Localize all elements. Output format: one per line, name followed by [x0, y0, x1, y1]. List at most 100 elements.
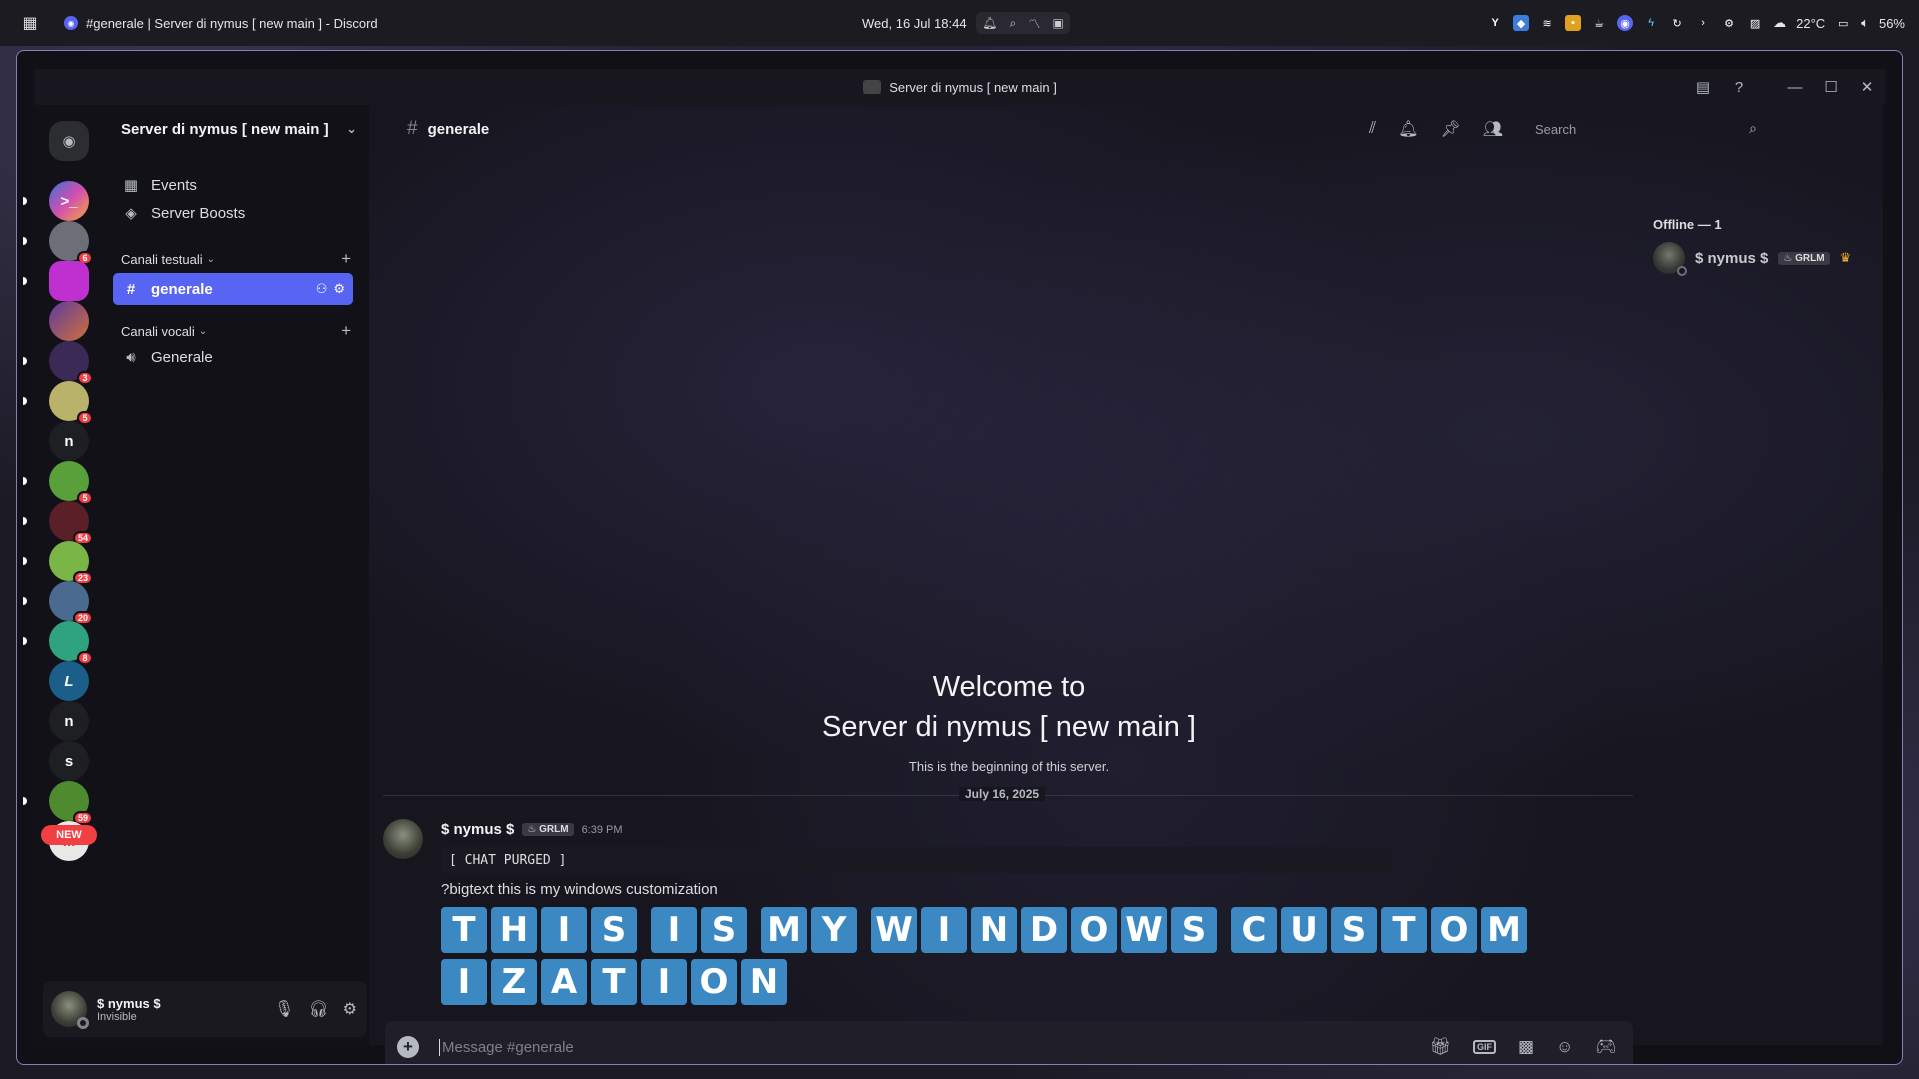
- bell-icon[interactable]: 🔔︎: [1398, 119, 1418, 139]
- bigtext-emoji-block: THISISMYWINDOWSCUSTOMIZATION: [441, 907, 1541, 1011]
- sticker-icon[interactable]: ▩: [1518, 1037, 1534, 1057]
- message-composer[interactable]: + Message #generale 🎁︎ GIF ▩ ☺ 🎮︎: [385, 1021, 1633, 1064]
- server-boosts-item[interactable]: ◈ Server Boosts: [113, 197, 353, 229]
- direct-messages-button[interactable]: ◉: [49, 121, 89, 161]
- lightning-icon[interactable]: ϟ: [1643, 15, 1659, 31]
- member-row[interactable]: $ nymus $ ♨ GRLM ♛: [1653, 242, 1873, 276]
- attach-plus-icon[interactable]: +: [397, 1036, 419, 1058]
- taskbar-active-app[interactable]: ◉ #generale | Server di nymus [ new main…: [60, 16, 378, 31]
- y-app-icon[interactable]: Y: [1487, 15, 1503, 31]
- channel-sidebar: Server di nymus [ new main ] ⌄ ▦ Events …: [107, 105, 369, 1045]
- server-icon[interactable]: [23, 261, 89, 301]
- volume-level[interactable]: 56%: [1879, 16, 1905, 31]
- server-icon[interactable]: L: [49, 661, 89, 701]
- server-icon[interactable]: n: [49, 701, 89, 741]
- microphone-icon[interactable]: 🎙︎: [274, 999, 294, 1019]
- gear-icon[interactable]: ⚙: [343, 999, 357, 1019]
- help-icon[interactable]: ?: [1721, 69, 1757, 105]
- chat-area: # generale ⫽ 🔔︎ 📌︎ 👥︎ Search ⌕ Offline —…: [369, 105, 1883, 1064]
- gear-icon[interactable]: ⚙: [333, 281, 345, 297]
- tray-app-icon[interactable]: ☕︎: [1591, 15, 1607, 31]
- weather-icon[interactable]: ☁: [1773, 15, 1786, 31]
- clan-tag[interactable]: ♨ GRLM: [522, 823, 574, 836]
- start-icon[interactable]: ▦: [0, 13, 60, 33]
- header-toolbar: ⫽ 🔔︎ 📌︎ 👥︎: [1369, 105, 1503, 153]
- server-icon[interactable]: >_: [23, 181, 89, 221]
- server-icon[interactable]: 5: [23, 381, 93, 425]
- server-icon[interactable]: 23: [23, 541, 93, 585]
- hash-icon: #: [407, 118, 418, 139]
- bigtext-row: THISISMYWINDOWSCUSTOM: [441, 907, 1541, 955]
- message-timestamp: 6:39 PM: [581, 823, 623, 836]
- regional-letter-emoji: N: [971, 907, 1017, 953]
- add-channel-icon[interactable]: +: [341, 249, 351, 269]
- message-input[interactable]: Message #generale: [439, 1038, 574, 1056]
- discord-window: Server di nymus [ new main ] ▤ ? — ☐ ✕ ◉…: [16, 50, 1903, 1065]
- server-icon[interactable]: [49, 301, 89, 341]
- search-icon: ⌕: [1749, 120, 1757, 136]
- window-title: Server di nymus [ new main ]: [889, 79, 1057, 95]
- headphones-icon[interactable]: 🎧︎: [308, 999, 328, 1019]
- voice-channel-generale[interactable]: 🔊︎ Generale: [113, 341, 353, 373]
- image-icon[interactable]: ▨: [1747, 15, 1763, 31]
- discord-tray-icon[interactable]: ◉: [1617, 15, 1634, 31]
- monitor-icon[interactable]: ▭: [1835, 15, 1851, 31]
- server-icon[interactable]: 8: [23, 621, 93, 665]
- regional-letter-emoji: A: [541, 959, 587, 1005]
- regional-letter-emoji: T: [441, 907, 487, 953]
- new-badge: NEW: [41, 825, 97, 845]
- minimize-button[interactable]: —: [1777, 69, 1813, 105]
- server-icon[interactable]: 6: [23, 221, 93, 265]
- taskbar-window-title: #generale | Server di nymus [ new main ]…: [86, 15, 378, 31]
- tray-app-icon[interactable]: ↻: [1669, 15, 1685, 31]
- regional-letter-emoji: O: [1431, 907, 1477, 953]
- maximize-button[interactable]: ☐: [1813, 69, 1849, 105]
- threads-icon[interactable]: ⫽: [1369, 120, 1376, 138]
- gift-icon[interactable]: 🎁︎: [1429, 1037, 1451, 1057]
- avatar[interactable]: [383, 819, 423, 859]
- search-input[interactable]: Search ⌕: [1527, 115, 1767, 143]
- invite-icon[interactable]: ⚇: [316, 281, 328, 297]
- tray-app-icon[interactable]: ◆: [1513, 15, 1530, 31]
- unread-badge: 5: [77, 491, 93, 505]
- clan-tag: ♨ GRLM: [1778, 251, 1830, 265]
- tray-app-icon[interactable]: ▪: [1565, 15, 1582, 31]
- gear-icon[interactable]: ⚙: [1721, 15, 1737, 31]
- server-icon[interactable]: s: [49, 741, 89, 781]
- weather-temp[interactable]: 22°C: [1796, 16, 1825, 31]
- image-icon[interactable]: ▣: [1053, 16, 1064, 30]
- category-voice-channels[interactable]: Canali vocali ⌄ +: [121, 321, 351, 341]
- chevron-right-icon[interactable]: ›: [1695, 15, 1711, 31]
- category-text-channels[interactable]: Canali testuali ⌄ +: [121, 249, 351, 269]
- user-info[interactable]: $ nymus $ Invisible: [97, 996, 161, 1023]
- channel-generale[interactable]: # generale ⚇ ⚙: [113, 273, 353, 305]
- inbox-icon[interactable]: ▤: [1685, 69, 1721, 105]
- pin-icon[interactable]: 📌︎: [1440, 119, 1460, 139]
- speaker-icon[interactable]: 🔈︎: [1861, 15, 1869, 31]
- avatar[interactable]: [51, 991, 89, 1029]
- close-button[interactable]: ✕: [1849, 69, 1885, 105]
- server-header[interactable]: Server di nymus [ new main ] ⌄: [107, 105, 369, 153]
- members-icon[interactable]: 👥︎: [1483, 119, 1503, 139]
- server-icon[interactable]: 20: [23, 581, 93, 625]
- server-icon[interactable]: 59: [23, 781, 93, 825]
- bigtext-row: IZATION: [441, 959, 1541, 1007]
- chart-icon[interactable]: 〽: [1028, 15, 1040, 32]
- server-icon[interactable]: 54: [23, 501, 93, 545]
- search-icon[interactable]: ⌕: [1009, 16, 1016, 31]
- server-icon[interactable]: n: [49, 421, 89, 461]
- add-channel-icon[interactable]: +: [341, 321, 351, 341]
- server-icon[interactable]: 3: [23, 341, 93, 385]
- tray-app-icon[interactable]: ≋: [1539, 15, 1555, 31]
- message-author[interactable]: $ nymus $: [441, 821, 514, 838]
- date-divider-label: July 16, 2025: [959, 787, 1046, 801]
- emoji-icon[interactable]: ☺: [1556, 1037, 1573, 1057]
- system-tray: Y ◆ ≋ ▪ ☕︎ ◉ ϟ ↻ › ⚙ ▨ ☁ 22°C ▭ 🔈︎ 56%: [1487, 0, 1905, 46]
- server-icon[interactable]: 5: [23, 461, 93, 505]
- taskbar-clock[interactable]: Wed, 16 Jul 18:44: [862, 0, 967, 46]
- activities-icon[interactable]: 🎮︎: [1595, 1037, 1617, 1057]
- bell-icon[interactable]: 🔔︎: [982, 16, 997, 30]
- gif-icon[interactable]: GIF: [1472, 1040, 1496, 1054]
- discord-icon: ◉: [62, 133, 76, 150]
- unread-badge: 8: [77, 651, 93, 665]
